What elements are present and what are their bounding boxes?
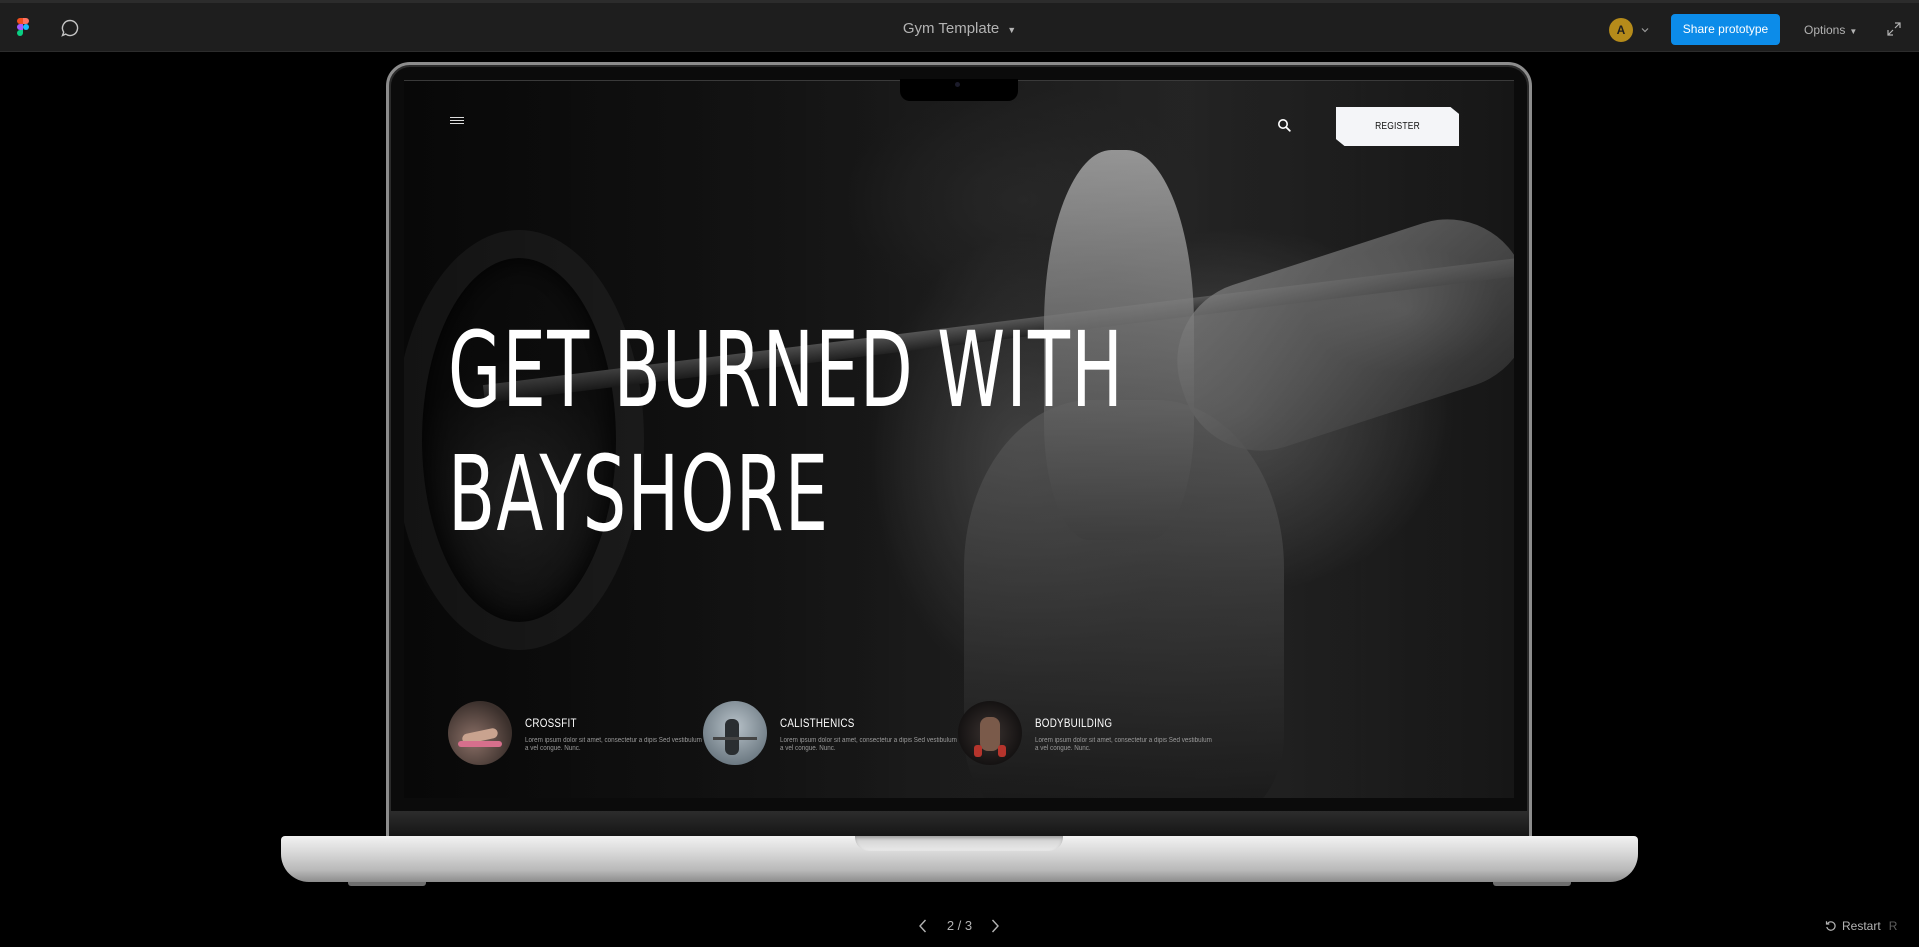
file-title-text: Gym Template xyxy=(902,20,1000,37)
hero-line: GET BURNED WITH xyxy=(448,309,1125,431)
program-description: Lorem ipsum dolor sit amet, consectetur … xyxy=(780,737,957,752)
program-item-bodybuilding[interactable]: BODYBUILDING Lorem ipsum dolor sit amet,… xyxy=(958,701,1212,765)
hero-heading: GET BURNED WITH BAYSHORE xyxy=(448,308,1124,556)
laptop-foot xyxy=(1493,882,1571,886)
bodybuilding-thumbnail[interactable] xyxy=(958,701,1022,765)
page-indicator: 2 / 3 xyxy=(0,918,1919,933)
restart-icon xyxy=(1825,921,1836,931)
user-avatar[interactable]: A xyxy=(1609,18,1633,42)
next-frame-icon[interactable] xyxy=(989,918,1001,934)
restart-button[interactable]: Restart R xyxy=(1825,919,1897,933)
camera-icon xyxy=(955,82,960,87)
program-title: CROSSFIT xyxy=(525,716,577,730)
prototype-screen: REGISTER GET BURNED WITH BAYSHORE CROSSF… xyxy=(404,80,1514,798)
options-label: Options xyxy=(1804,23,1846,37)
restart-label: Restart xyxy=(1842,919,1881,933)
figma-logo-icon[interactable] xyxy=(17,18,29,37)
program-description: Lorem ipsum dolor sit amet, consectetur … xyxy=(525,737,702,752)
search-icon[interactable] xyxy=(1277,118,1291,132)
program-description: Lorem ipsum dolor sit amet, consectetur … xyxy=(1035,737,1212,752)
register-button[interactable]: REGISTER xyxy=(1335,107,1460,146)
laptop-chin xyxy=(389,811,1529,837)
hero-line: BAYSHORE xyxy=(448,433,830,555)
crossfit-thumbnail[interactable] xyxy=(448,701,512,765)
program-title: CALISTHENICS xyxy=(780,716,855,730)
expand-icon[interactable] xyxy=(1887,22,1901,36)
file-title-button[interactable]: Gym Template ▼ xyxy=(903,20,1016,37)
options-menu[interactable]: Options ▼ xyxy=(1804,23,1857,37)
program-title: BODYBUILDING xyxy=(1035,716,1113,730)
program-item-calisthenics[interactable]: CALISTHENICS Lorem ipsum dolor sit amet,… xyxy=(703,701,957,765)
comment-icon[interactable] xyxy=(60,18,80,38)
laptop-foot xyxy=(348,882,426,886)
prototype-toolbar: Gym Template ▼ A Share prototype Options ▼ xyxy=(0,0,1919,52)
chevron-down-icon: ▼ xyxy=(1007,25,1017,35)
chevron-down-icon[interactable] xyxy=(1640,25,1650,35)
chevron-down-icon: ▼ xyxy=(1849,27,1858,36)
restart-shortcut: R xyxy=(1888,919,1898,933)
share-prototype-button[interactable]: Share prototype xyxy=(1671,14,1780,45)
hamburger-menu-icon[interactable] xyxy=(450,116,464,124)
laptop-trackpad-notch xyxy=(855,836,1063,851)
page-indicator-text: 2 / 3 xyxy=(946,918,973,933)
calisthenics-thumbnail[interactable] xyxy=(703,701,767,765)
program-item-crossfit[interactable]: CROSSFIT Lorem ipsum dolor sit amet, con… xyxy=(448,701,702,765)
